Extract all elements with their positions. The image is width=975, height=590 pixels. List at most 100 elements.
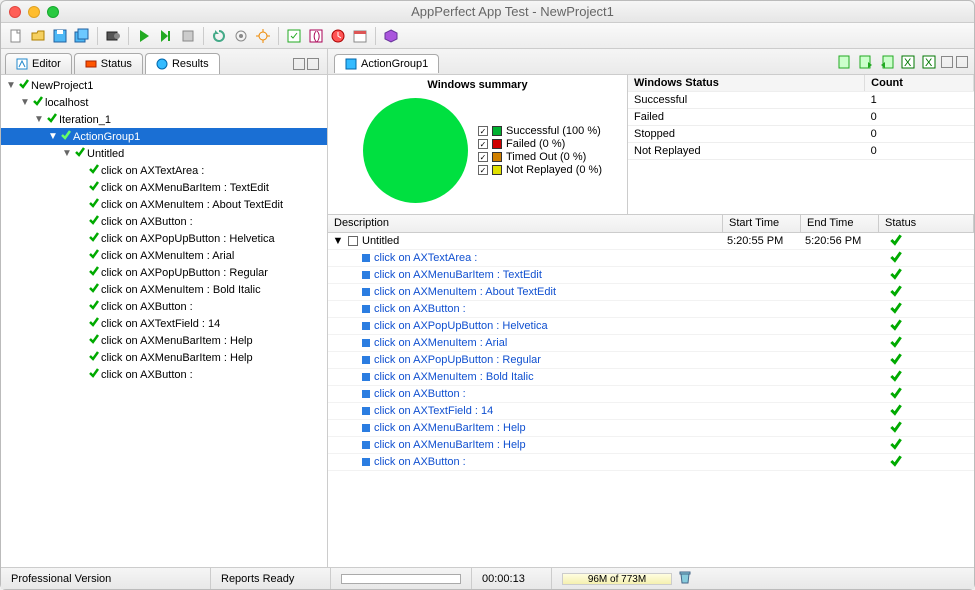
hdr-description: Description bbox=[328, 215, 723, 232]
detail-row[interactable]: click on AXTextArea : bbox=[328, 250, 974, 267]
trash-icon[interactable] bbox=[678, 570, 692, 587]
tab-status[interactable]: Status bbox=[74, 53, 143, 74]
tree-action[interactable]: click on AXTextArea : bbox=[1, 162, 327, 179]
reports-label: Reports Ready bbox=[211, 568, 331, 589]
run-config-icon[interactable] bbox=[157, 27, 175, 45]
excel2-icon[interactable]: X bbox=[920, 53, 938, 71]
clock-icon[interactable] bbox=[329, 27, 347, 45]
memory-bar: 96M of 773M bbox=[562, 573, 672, 585]
minimize-pane-icon[interactable] bbox=[293, 58, 305, 70]
tab-results-label: Results bbox=[172, 58, 209, 70]
tree-action[interactable]: click on AXMenuItem : Bold Italic bbox=[1, 281, 327, 298]
bullet-icon bbox=[362, 441, 370, 449]
detail-row[interactable]: click on AXMenuBarItem : Help bbox=[328, 437, 974, 454]
bullet-icon bbox=[362, 254, 370, 262]
detail-row[interactable]: click on AXPopUpButton : Regular bbox=[328, 352, 974, 369]
window-icon bbox=[348, 236, 358, 246]
time-label: 00:00:13 bbox=[472, 568, 552, 589]
save-icon[interactable] bbox=[51, 27, 69, 45]
edition-label: Professional Version bbox=[1, 568, 211, 589]
bullet-icon bbox=[362, 356, 370, 364]
tree-action[interactable]: click on AXMenuBarItem : Help bbox=[1, 349, 327, 366]
hdr-status: Status bbox=[879, 215, 974, 232]
chart-title: Windows summary bbox=[427, 79, 527, 91]
right-tab[interactable]: ActionGroup1 bbox=[334, 54, 439, 73]
minimize-window-button[interactable] bbox=[28, 6, 40, 18]
excel-icon[interactable]: X bbox=[899, 53, 917, 71]
edit-icon[interactable] bbox=[285, 27, 303, 45]
titlebar: AppPerfect App Test - NewProject1 bbox=[1, 1, 974, 23]
tree-action[interactable]: click on AXMenuItem : About TextEdit bbox=[1, 196, 327, 213]
close-window-button[interactable] bbox=[9, 6, 21, 18]
detail-row[interactable]: click on AXMenuItem : About TextEdit bbox=[328, 284, 974, 301]
bullet-icon bbox=[362, 373, 370, 381]
tab-editor[interactable]: Editor bbox=[5, 53, 72, 74]
tree-action[interactable]: click on AXButton : bbox=[1, 366, 327, 383]
param-icon[interactable]: () bbox=[307, 27, 325, 45]
tree-action[interactable]: click on AXButton : bbox=[1, 213, 327, 230]
detail-row[interactable]: click on AXPopUpButton : Helvetica bbox=[328, 318, 974, 335]
tab-results[interactable]: Results bbox=[145, 53, 220, 74]
detail-row[interactable]: click on AXMenuItem : Bold Italic bbox=[328, 369, 974, 386]
bullet-icon bbox=[362, 322, 370, 330]
detail-row[interactable]: click on AXTextField : 14 bbox=[328, 403, 974, 420]
tree-root[interactable]: ▼NewProject1 bbox=[1, 77, 327, 94]
progress-bar bbox=[341, 574, 461, 584]
record-icon[interactable] bbox=[104, 27, 122, 45]
chart-box: Windows summary ✓Successful (100 %)✓Fail… bbox=[328, 75, 628, 214]
bullet-icon bbox=[362, 407, 370, 415]
tree-action[interactable]: click on AXButton : bbox=[1, 298, 327, 315]
results-tree[interactable]: ▼NewProject1 ▼localhost ▼Iteration_1 ▼Ac… bbox=[1, 75, 327, 567]
tree-group[interactable]: ▼ActionGroup1 bbox=[1, 128, 327, 145]
detail-row[interactable]: click on AXButton : bbox=[328, 301, 974, 318]
run-icon[interactable] bbox=[135, 27, 153, 45]
right-header: ActionGroup1 X X bbox=[328, 49, 974, 75]
bullet-icon bbox=[362, 288, 370, 296]
tree-action[interactable]: click on AXMenuBarItem : TextEdit bbox=[1, 179, 327, 196]
detail-row[interactable]: click on AXMenuBarItem : Help bbox=[328, 420, 974, 437]
detail-parent-row[interactable]: ▼Untitled 5:20:55 PM 5:20:56 PM bbox=[328, 233, 974, 250]
export-icon[interactable] bbox=[836, 53, 854, 71]
tree-iteration[interactable]: ▼Iteration_1 bbox=[1, 111, 327, 128]
tree-action[interactable]: click on AXPopUpButton : Regular bbox=[1, 264, 327, 281]
export2-icon[interactable] bbox=[857, 53, 875, 71]
detail-table[interactable]: ▼Untitled 5:20:55 PM 5:20:56 PM click on… bbox=[328, 233, 974, 567]
refresh-icon[interactable] bbox=[210, 27, 228, 45]
stop-icon[interactable] bbox=[179, 27, 197, 45]
max-right-icon[interactable] bbox=[956, 56, 968, 68]
detail-row[interactable]: click on AXMenuBarItem : TextEdit bbox=[328, 267, 974, 284]
tree-action[interactable]: click on AXMenuBarItem : Help bbox=[1, 332, 327, 349]
save-all-icon[interactable] bbox=[73, 27, 91, 45]
chart-legend: ✓Successful (100 %)✓Failed (0 %)✓Timed O… bbox=[478, 124, 602, 177]
tab-editor-label: Editor bbox=[32, 58, 61, 70]
svg-text:(): () bbox=[313, 30, 320, 42]
tree-untitled[interactable]: ▼Untitled bbox=[1, 145, 327, 162]
detail-header: Description Start Time End Time Status bbox=[328, 215, 974, 233]
pkg-icon[interactable] bbox=[382, 27, 400, 45]
calendar-icon[interactable] bbox=[351, 27, 369, 45]
hdr-end: End Time bbox=[801, 215, 879, 232]
bullet-icon bbox=[362, 390, 370, 398]
open-icon[interactable] bbox=[29, 27, 47, 45]
import-icon[interactable] bbox=[878, 53, 896, 71]
tree-action[interactable]: click on AXTextField : 14 bbox=[1, 315, 327, 332]
bullet-icon bbox=[362, 424, 370, 432]
maximize-pane-icon[interactable] bbox=[307, 58, 319, 70]
right-panel: ActionGroup1 X X Windows summary ✓Succes… bbox=[328, 49, 974, 567]
left-tabs: Editor Status Results bbox=[1, 49, 327, 75]
min-right-icon[interactable] bbox=[941, 56, 953, 68]
status-bar: Professional Version Reports Ready 00:00… bbox=[1, 567, 974, 589]
tree-action[interactable]: click on AXPopUpButton : Helvetica bbox=[1, 230, 327, 247]
settings-icon[interactable] bbox=[254, 27, 272, 45]
detail-row[interactable]: click on AXButton : bbox=[328, 386, 974, 403]
detail-row[interactable]: click on AXButton : bbox=[328, 454, 974, 471]
tree-host[interactable]: ▼localhost bbox=[1, 94, 327, 111]
detail-row[interactable]: click on AXMenuItem : Arial bbox=[328, 335, 974, 352]
tree-action[interactable]: click on AXMenuItem : Arial bbox=[1, 247, 327, 264]
window-title: AppPerfect App Test - NewProject1 bbox=[59, 4, 966, 19]
hdr-start: Start Time bbox=[723, 215, 801, 232]
tool1-icon[interactable] bbox=[232, 27, 250, 45]
zoom-window-button[interactable] bbox=[47, 6, 59, 18]
new-icon[interactable] bbox=[7, 27, 25, 45]
stats-hdr-count: Count bbox=[865, 75, 974, 92]
